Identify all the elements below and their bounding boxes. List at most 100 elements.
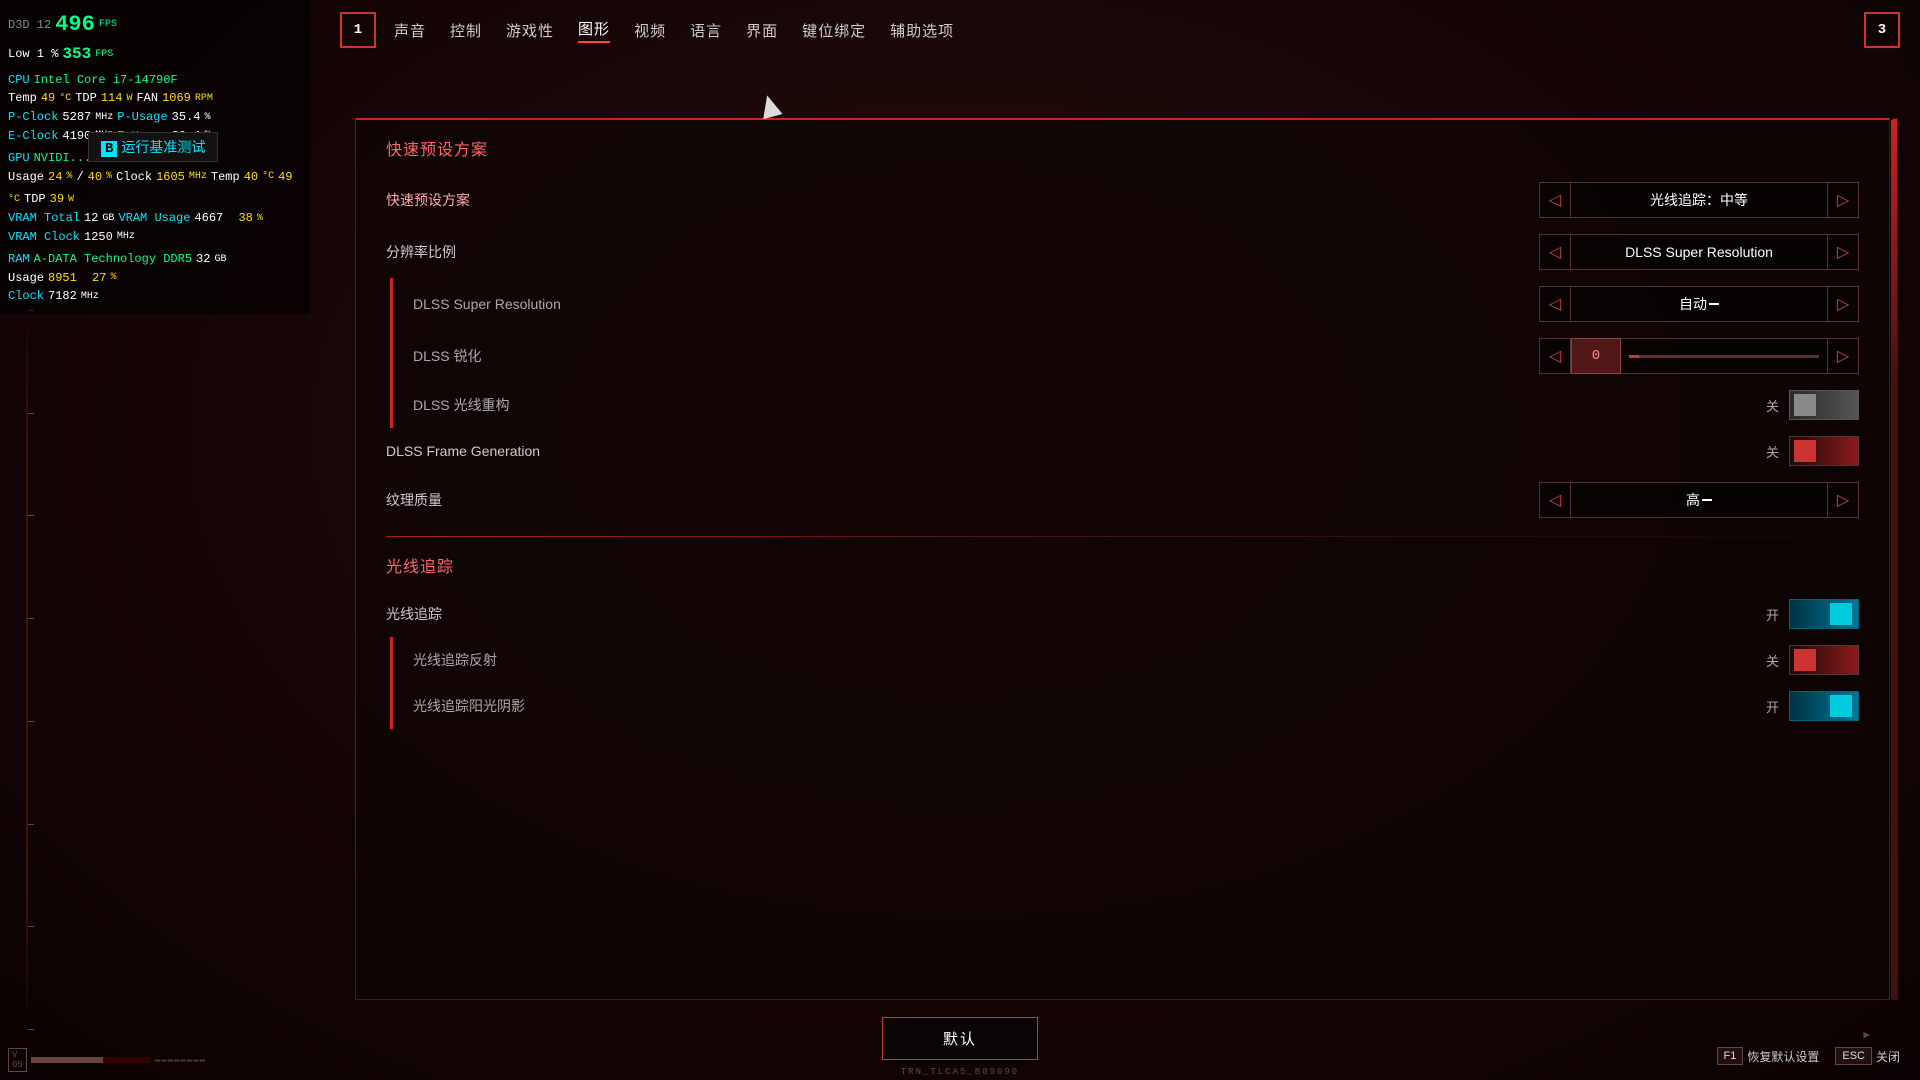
selector-dlss-super-res[interactable]: ◁ 自动 ▷ [1539,286,1859,322]
hud-vram-clock-val: 1250 [84,228,113,247]
selector-fast-preset[interactable]: ◁ 光线追踪：中等 ▷ [1539,182,1859,218]
text-cursor-texture [1702,499,1712,501]
nav-item-keybinding[interactable]: 键位绑定 [802,20,866,41]
value-dlss-super-res: 自动 [1571,286,1827,322]
nav-bracket-right: 3 [1864,12,1900,48]
hud-temp-val: 49 [41,89,55,108]
hud-low-label: Low 1 % [8,45,58,64]
text-cursor [1709,303,1719,305]
row-dlss-ray-recon: DLSS 光线重构 关 [390,382,1859,428]
hud-fan-val: 1069 [162,89,191,108]
esc-key: ESC [1835,1047,1872,1065]
hud-pclock-label: P-Clock [8,108,58,127]
nav-item-control[interactable]: 控制 [450,20,482,41]
arrow-left-dlss-sr[interactable]: ◁ [1539,286,1571,322]
hud-tdp-val: 114 [101,89,123,108]
hud-tdp-unit: W [126,91,132,107]
version-bar-fill [31,1057,103,1063]
toggle-switch-rt-reflections[interactable] [1789,645,1859,675]
nav-item-language[interactable]: 语言 [690,20,722,41]
nav-item-video[interactable]: 视频 [634,20,666,41]
row-dlss-sharpening: DLSS 锐化 ◁ 0 ▷ [390,330,1859,382]
hud-vram-val: 12 [84,209,98,228]
row-rt-reflections: 光线追踪反射 关 [390,637,1859,683]
close-label: 关闭 [1876,1048,1900,1065]
row-resolution-scale: 分辨率比例 ◁ DLSS Super Resolution ▷ [386,226,1859,278]
settings-panel: 快速预设方案 快速预设方案 ◁ 光线追踪：中等 ▷ 分辨率比例 ◁ DLSS S… [355,118,1890,1000]
label-dlss-ray-recon: DLSS 光线重构 [413,395,509,415]
nav-items: 声音 控制 游戏性 图形 视频 语言 界面 键位绑定 辅助选项 [394,18,1864,43]
default-button[interactable]: 默认 [882,1017,1038,1060]
benchmark-tooltip[interactable]: B运行基准测试 [88,132,218,162]
hud-pusage-val: 35.4 [172,108,201,127]
bottom-right-arrow: ▶ [1863,1028,1870,1042]
label-dlss-sharpening: DLSS 锐化 [413,346,481,366]
hud-tdp-label: TDP [75,89,97,108]
hud-pclock-unit: MHz [95,110,113,126]
hud-eclock-val: 4190 [62,127,91,146]
label-resolution-scale: 分辨率比例 [386,242,456,262]
toggle-label-dlss-ray-recon: 关 [1766,396,1779,415]
arrow-left-fast-preset[interactable]: ◁ [1539,182,1571,218]
selector-texture-quality[interactable]: ◁ 高 ▷ [1539,482,1859,518]
hud-pclock-val: 5287 [62,108,91,127]
nav-item-sound[interactable]: 声音 [394,20,426,41]
slider-fill-sharp [1629,355,1639,358]
toggle-switch-frame-gen[interactable] [1789,436,1859,466]
hud-fan-unit: RPM [195,91,213,107]
label-rt-sun-shadows: 光线追踪阳光阴影 [413,696,525,716]
hud-eclock-label: E-Clock [8,127,58,146]
arrow-right-fast-preset[interactable]: ▷ [1827,182,1859,218]
hud-fps-label: FPS [99,17,117,33]
bottom-right-hints: F1 恢复默认设置 ESC 关闭 [1717,1047,1901,1065]
section2-header: 光线追踪 [386,553,1859,577]
nav-item-accessibility[interactable]: 辅助选项 [890,20,954,41]
hud-gpu-usage2: 40 [88,168,102,187]
value-resolution-scale: DLSS Super Resolution [1571,234,1827,270]
bottom-status-text: TRN_TLCA5_B09090 [901,1067,1019,1077]
slider-value-sharp: 0 [1571,338,1621,374]
slider-track-sharp[interactable] [1621,338,1827,374]
top-nav: 1 声音 控制 游戏性 图形 视频 语言 界面 键位绑定 辅助选项 3 [340,12,1900,48]
label-fast-preset: 快速预设方案 [386,190,470,210]
value-texture-quality: 高 [1571,482,1827,518]
arrow-left-sharp[interactable]: ◁ [1539,338,1571,374]
row-fast-preset: 快速预设方案 ◁ 光线追踪：中等 ▷ [386,174,1859,226]
nav-item-graphics[interactable]: 图形 [578,18,610,43]
hud-cpu-name: Intel Core i7-14790F [34,71,178,90]
arrow-right-dlss-sr[interactable]: ▷ [1827,286,1859,322]
hud-gpu-name: NVIDI... [34,149,92,168]
arrow-left-res[interactable]: ◁ [1539,234,1571,270]
arrow-right-res[interactable]: ▷ [1827,234,1859,270]
toggle-ray-tracing[interactable]: 开 [1739,599,1859,629]
hud-vram-usage-val: 4667 [194,209,223,228]
toggle-dlss-frame-gen[interactable]: 关 [1739,436,1859,466]
nav-bracket-left: 1 [340,12,376,48]
nav-item-ui[interactable]: 界面 [746,20,778,41]
hud-vram-label: VRAM Total [8,209,80,228]
toggle-dlss-ray-recon[interactable]: 关 [1739,390,1859,420]
slider-bar-sharp [1629,355,1819,358]
arrow-right-texture[interactable]: ▷ [1827,482,1859,518]
selector-resolution-scale[interactable]: ◁ DLSS Super Resolution ▷ [1539,234,1859,270]
toggle-switch-dlss-ray-recon[interactable] [1789,390,1859,420]
section-divider [386,536,1859,537]
row-rt-sun-shadows: 光线追踪阳光阴影 开 [390,683,1859,729]
toggle-switch-rt-sun-shadows[interactable] [1789,691,1859,721]
hud-gpu-usage-label: Usage [8,168,44,187]
hud-temp-unit: °C [59,91,71,107]
hud-ram-name: A-DATA Technology DDR5 [34,250,192,269]
hud-gpu-label: GPU [8,149,30,168]
hint-restore: F1 恢复默认设置 [1717,1047,1820,1065]
toggle-switch-ray-tracing[interactable] [1789,599,1859,629]
toggle-label-frame-gen: 关 [1766,442,1779,461]
slider-dlss-sharpening[interactable]: ◁ 0 ▷ [1539,338,1859,374]
arrow-right-sharp[interactable]: ▷ [1827,338,1859,374]
arrow-left-texture[interactable]: ◁ [1539,482,1571,518]
nav-item-gameplay[interactable]: 游戏性 [506,20,554,41]
toggle-label-rt-reflections: 关 [1766,651,1779,670]
toggle-rt-reflections[interactable]: 关 [1739,645,1859,675]
toggle-rt-sun-shadows[interactable]: 开 [1739,691,1859,721]
hud-ram-size: 32 [196,250,210,269]
hud-fps-low: 353 [62,42,91,67]
